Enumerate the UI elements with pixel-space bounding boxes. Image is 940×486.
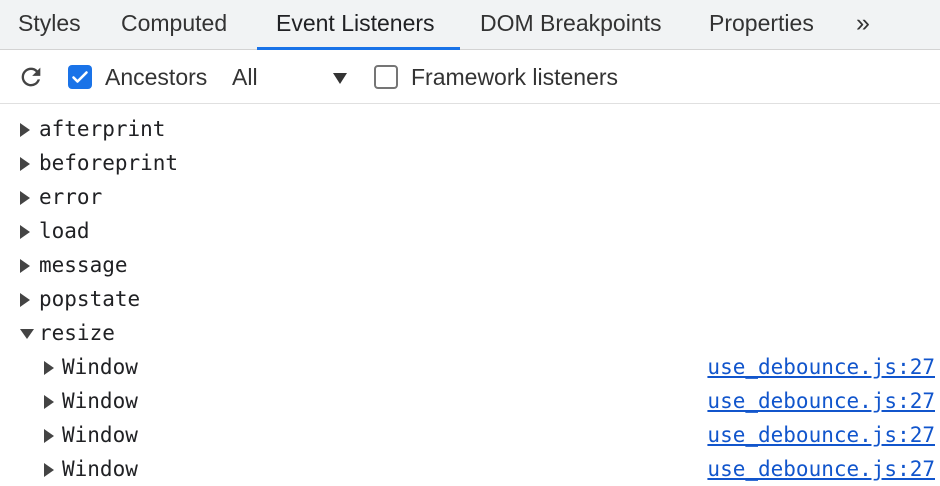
listener-row[interactable]: Window use_debounce.js:27 (0, 452, 940, 486)
listener-source-link[interactable]: use_debounce.js:27 (707, 418, 935, 452)
event-name: resize (39, 321, 115, 345)
listener-row[interactable]: Window use_debounce.js:27 (0, 350, 940, 384)
tab-event-listeners[interactable]: Event Listeners (276, 0, 435, 50)
listener-source-link[interactable]: use_debounce.js:27 (707, 350, 935, 384)
refresh-icon[interactable] (17, 63, 45, 91)
listener-source-link[interactable]: use_debounce.js:27 (707, 452, 935, 486)
listener-row[interactable]: Window use_debounce.js:27 (0, 384, 940, 418)
ancestors-label: Ancestors (105, 64, 208, 90)
expand-triangle-icon[interactable] (20, 225, 30, 239)
event-name: load (39, 219, 90, 243)
listener-target: Window (62, 423, 138, 447)
tab-dom-breakpoints[interactable]: DOM Breakpoints (480, 0, 662, 50)
expand-triangle-icon[interactable] (20, 157, 30, 171)
event-error[interactable]: error (0, 180, 940, 214)
listener-source-link[interactable]: use_debounce.js:27 (707, 384, 935, 418)
more-tabs-chevron-icon[interactable]: » (856, 0, 870, 50)
event-message[interactable]: message (0, 248, 940, 282)
collapse-triangle-icon[interactable] (20, 329, 34, 339)
event-popstate[interactable]: popstate (0, 282, 940, 316)
framework-listeners-label: Framework listeners (411, 64, 619, 90)
listener-row[interactable]: Window use_debounce.js:27 (0, 418, 940, 452)
listener-filter-select[interactable]: All (232, 63, 258, 91)
tab-styles[interactable]: Styles (18, 0, 81, 50)
event-name: afterprint (39, 117, 166, 141)
expand-triangle-icon[interactable] (44, 395, 54, 409)
event-afterprint[interactable]: afterprint (0, 112, 940, 146)
event-resize[interactable]: resize (0, 316, 940, 350)
expand-triangle-icon[interactable] (20, 259, 30, 273)
dropdown-arrow-icon[interactable] (333, 73, 347, 84)
expand-triangle-icon[interactable] (20, 293, 30, 307)
expand-triangle-icon[interactable] (20, 123, 30, 137)
event-name: error (39, 185, 103, 209)
listener-target: Window (62, 457, 138, 481)
expand-triangle-icon[interactable] (44, 361, 54, 375)
panel-tab-bar: Styles Computed Event Listeners DOM Brea… (0, 0, 940, 50)
event-listeners-toolbar: Ancestors All Framework listeners (0, 50, 940, 104)
event-listener-tree: afterprint beforeprint error load messag… (0, 104, 940, 486)
listener-target: Window (62, 389, 138, 413)
tab-computed[interactable]: Computed (121, 0, 227, 50)
framework-listeners-checkbox[interactable] (374, 65, 398, 89)
tab-properties[interactable]: Properties (709, 0, 814, 50)
event-load[interactable]: load (0, 214, 940, 248)
event-name: popstate (39, 287, 141, 311)
event-beforeprint[interactable]: beforeprint (0, 146, 940, 180)
event-name: message (39, 253, 128, 277)
event-name: beforeprint (39, 151, 179, 175)
expand-triangle-icon[interactable] (44, 429, 54, 443)
expand-triangle-icon[interactable] (20, 191, 30, 205)
ancestors-checkbox[interactable] (68, 65, 92, 89)
checkmark-icon (72, 71, 88, 83)
expand-triangle-icon[interactable] (44, 463, 54, 477)
listener-target: Window (62, 355, 138, 379)
